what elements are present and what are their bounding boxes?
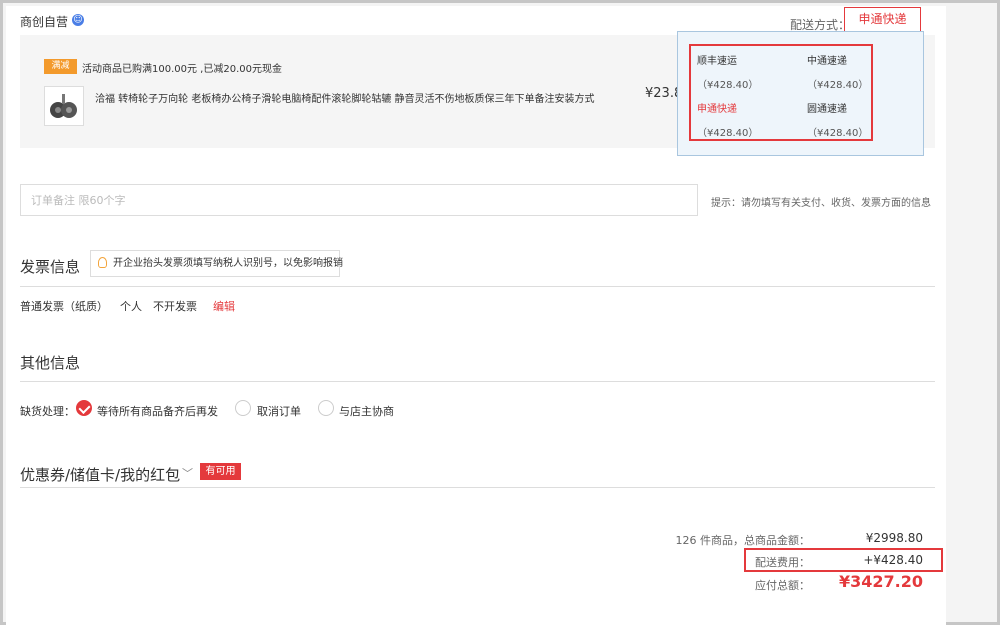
shipping-option-yto[interactable]: 圆通速递 xyxy=(807,100,847,115)
product-thumbnail[interactable] xyxy=(44,86,84,126)
coupon-available-badge: 有可用 xyxy=(200,463,241,480)
divider xyxy=(20,381,935,382)
shipping-option-yto-price: （¥428.40） xyxy=(807,128,869,139)
invoice-content: 不开发票 xyxy=(153,300,197,313)
shipping-option-sto-price: （¥428.40） xyxy=(697,128,759,139)
shipping-option-sto[interactable]: 申通快递 xyxy=(697,100,737,115)
shop-name: 商创自营 xyxy=(20,15,69,29)
shipping-option-zto[interactable]: 中通速递 xyxy=(807,52,847,67)
invoice-type: 普通发票（纸质） xyxy=(20,300,108,313)
order-remark-input[interactable] xyxy=(20,184,698,216)
shortage-label: 缺货处理： xyxy=(20,405,75,418)
chevron-down-icon[interactable]: ﹀ xyxy=(182,465,193,481)
window-frame: 商创自营 ☺ 配送方式： 申通快递 满减 活动商品已购满100.00元 ,已减2… xyxy=(0,0,1000,625)
other-info-title: 其他信息 xyxy=(20,354,81,372)
divider xyxy=(20,487,935,488)
remark-hint: 提示：请勿填写有关支付、收货、发票方面的信息 xyxy=(711,198,931,209)
coupon-title[interactable]: 优惠券/储值卡/我的红包 xyxy=(20,464,180,485)
radio-negotiate[interactable] xyxy=(318,400,334,416)
order-panel: 商创自营 ☺ 配送方式： 申通快递 满减 活动商品已购满100.00元 ,已减2… xyxy=(6,6,946,625)
invoice-tip: 开企业抬头发票须填写纳税人识别号，以免影响报销 xyxy=(90,250,343,277)
radio-negotiate-label[interactable]: 与店主协商 xyxy=(339,403,394,419)
radio-wait-all[interactable] xyxy=(76,400,92,416)
shipping-option-zto-price: （¥428.40） xyxy=(807,80,869,91)
promo-text: 活动商品已购满100.00元 ,已减20.00元现金 xyxy=(82,64,282,75)
radio-wait-all-label[interactable]: 等待所有商品备齐后再发 xyxy=(97,403,218,419)
shipping-select[interactable]: 申通快递 xyxy=(844,7,921,32)
shipping-fee-label: 配送费用： xyxy=(755,556,810,569)
invoice-edit-link[interactable]: 编辑 xyxy=(213,298,235,314)
invoice-title: 发票信息 xyxy=(20,258,81,276)
shipping-option-sf[interactable]: 顺丰速运 xyxy=(697,52,737,67)
items-total-label: 126 件商品，总商品金额： xyxy=(675,534,811,547)
caster-wheel-image xyxy=(50,94,77,118)
grand-total-label: 应付总额： xyxy=(755,579,810,592)
shipping-fee-value: +¥428.40 xyxy=(863,553,923,567)
invoice-tip-text: 开企业抬头发票须填写纳税人识别号，以免影响报销 xyxy=(113,258,343,269)
radio-cancel-order-label[interactable]: 取消订单 xyxy=(257,403,301,419)
customer-service-icon[interactable]: ☺ xyxy=(72,14,84,26)
invoice-person: 个人 xyxy=(120,300,142,313)
product-name[interactable]: 洽福 转椅轮子万向轮 老板椅办公椅子滑轮电脑椅配件滚轮脚轮轱辘 静音灵活不伤地板… xyxy=(95,90,595,105)
radio-cancel-order[interactable] xyxy=(235,400,251,416)
shipping-option-sf-price: （¥428.40） xyxy=(697,80,759,91)
grand-total-value: ¥3427.20 xyxy=(838,572,923,591)
items-total-value: ¥2998.80 xyxy=(865,531,923,545)
lightbulb-icon xyxy=(98,257,107,268)
divider xyxy=(20,286,935,287)
promo-badge: 满减 xyxy=(44,59,77,74)
